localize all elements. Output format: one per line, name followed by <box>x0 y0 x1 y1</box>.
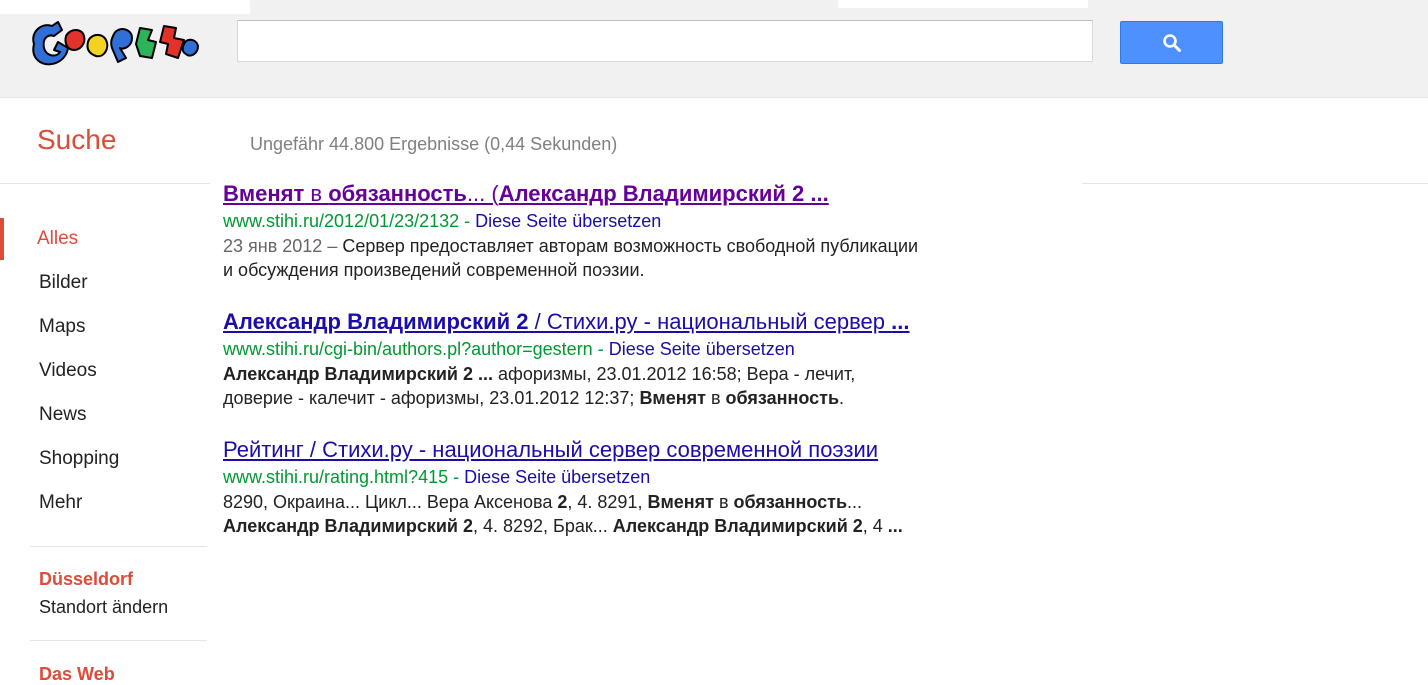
result-title-part: ... <box>891 309 910 334</box>
snippet-part: ... <box>847 492 863 512</box>
snippet-line: Александр Владимирский 2, 4. 8292, Брак.… <box>223 514 1023 538</box>
snippet-part: в <box>705 388 726 408</box>
snippet-part: и обсуждения произведений современной по… <box>223 260 645 280</box>
snippet-part: Александр Владимирский 2 <box>612 516 863 536</box>
snippet-part: обязанность <box>733 492 848 512</box>
result-title-link[interactable]: Вменят в обязанность... (Александр Влади… <box>223 180 1023 208</box>
snippet-part: афоризмы, 23.01.2012 16:58; Вера - лечит… <box>493 364 856 384</box>
snippet-part: Сервер предоставляет авторам возможность… <box>337 236 919 256</box>
result-title-part: обязанность <box>328 181 467 206</box>
sidebar-item-alles[interactable]: Alles <box>0 218 210 262</box>
snippet-part: Александр Владимирский 2 <box>223 516 473 536</box>
search-result: Рейтинг / Стихи.ру - национальный сервер… <box>223 436 1023 538</box>
result-title-part: ... ( <box>466 181 499 206</box>
result-url: www.stihi.ru/2012/01/23/2132 <box>223 211 460 231</box>
divider <box>30 640 207 641</box>
result-url: www.stihi.ru/rating.html?415 <box>223 467 449 487</box>
sidebar-nav: Alles Bilder Maps Videos News Shopping M… <box>0 218 210 526</box>
result-title-link[interactable]: Рейтинг / Стихи.ру - национальный сервер… <box>223 436 1023 464</box>
search-button[interactable] <box>1120 21 1223 64</box>
result-title-part: в <box>304 181 329 206</box>
sidebar-item-mehr[interactable]: Mehr <box>0 482 210 526</box>
result-url: www.stihi.ru/cgi-bin/authors.pl?author=g… <box>223 339 593 359</box>
translate-link[interactable]: Diese Seite übersetzen <box>475 211 661 231</box>
snippet-line: 23 янв 2012 – Сервер предоставляет автор… <box>223 234 1023 258</box>
divider <box>30 546 207 547</box>
sidebar-item-maps[interactable]: Maps <box>0 306 210 350</box>
section-title: Das Web <box>39 664 115 684</box>
search-result: Александр Владимирский 2 / Стихи.ру - на… <box>223 308 1023 410</box>
snippet-line: 8290, Окраина... Цикл... Вера Аксенова 2… <box>223 490 1023 514</box>
result-snippet: 8290, Окраина... Цикл... Вера Аксенова 2… <box>223 490 1023 538</box>
snippet-part: Вменят <box>639 388 706 408</box>
search-input[interactable] <box>237 20 1093 62</box>
search-icon <box>1162 33 1181 52</box>
search-result: Вменят в обязанность... (Александр Влади… <box>223 180 1023 282</box>
snippet-part: обязанность <box>725 388 840 408</box>
snippet-part: Александр Владимирский 2 ... <box>223 364 493 384</box>
snippet-line: Александр Владимирский 2 ... афоризмы, 2… <box>223 362 1023 386</box>
snippet-line: доверие - калечит - афоризмы, 23.01.2012… <box>223 386 1023 410</box>
result-title-part: / Стихи.ру - национальный сервер <box>528 309 892 334</box>
sidebar-item-videos[interactable]: Videos <box>0 350 210 394</box>
snippet-part: 8290, Окраина... Цикл... Вера Аксенова <box>223 492 558 512</box>
result-title-link[interactable]: Александр Владимирский 2 / Стихи.ру - на… <box>223 308 1023 336</box>
translate-link[interactable]: Diese Seite übersetzen <box>609 339 795 359</box>
snippet-part: 2 <box>557 492 568 512</box>
result-url-line: www.stihi.ru/2012/01/23/2132 - Diese Sei… <box>223 208 1023 234</box>
snippet-part: Вменят <box>647 492 714 512</box>
location-city: Düsseldorf <box>39 569 134 589</box>
results-list: Вменят в обязанность... (Александр Влади… <box>223 180 1023 564</box>
change-location-link[interactable]: Standort ändern <box>39 597 168 618</box>
snippet-part: , 4. 8291, <box>567 492 648 512</box>
result-snippet: 23 янв 2012 – Сервер предоставляет автор… <box>223 234 1023 282</box>
snippet-part: , 4. 8292, Брак... <box>473 516 613 536</box>
result-url-separator: - <box>448 467 465 487</box>
result-title-part: Александр Владимирский 2 <box>223 309 529 334</box>
result-title-part: Александр Владимирский 2 ... <box>498 181 829 206</box>
result-url-line: www.stihi.ru/cgi-bin/authors.pl?author=g… <box>223 336 1023 362</box>
snippet-part: в <box>713 492 734 512</box>
snippet-part: доверие - калечит - афоризмы, 23.01.2012… <box>223 388 640 408</box>
result-url-separator: - <box>459 211 476 231</box>
result-url-line: www.stihi.ru/rating.html?415 - Diese Sei… <box>223 464 1023 490</box>
page-title: Suche <box>37 124 117 155</box>
result-snippet: Александр Владимирский 2 ... афоризмы, 2… <box>223 362 1023 410</box>
snippet-line: и обсуждения произведений современной по… <box>223 258 1023 282</box>
sidebar-item-shopping[interactable]: Shopping <box>0 438 210 482</box>
translate-link[interactable]: Diese Seite übersetzen <box>464 467 650 487</box>
snippet-part: ... <box>887 516 903 536</box>
google-doodle-logo[interactable] <box>28 14 200 70</box>
header-strip <box>0 0 250 14</box>
sidebar-item-news[interactable]: News <box>0 394 210 438</box>
result-stats: Ungefähr 44.800 Ergebnisse (0,44 Sekunde… <box>250 134 618 154</box>
sidebar-item-bilder[interactable]: Bilder <box>0 262 210 306</box>
result-url-separator: - <box>592 339 609 359</box>
result-title-part: Вменят <box>223 181 305 206</box>
snippet-part: , 4 <box>862 516 888 536</box>
result-date: 23 янв 2012 – <box>223 236 338 256</box>
snippet-part: . <box>839 388 845 408</box>
header-strip <box>838 0 1088 8</box>
result-title-part: Рейтинг / Стихи.ру - национальный сервер… <box>223 437 879 462</box>
